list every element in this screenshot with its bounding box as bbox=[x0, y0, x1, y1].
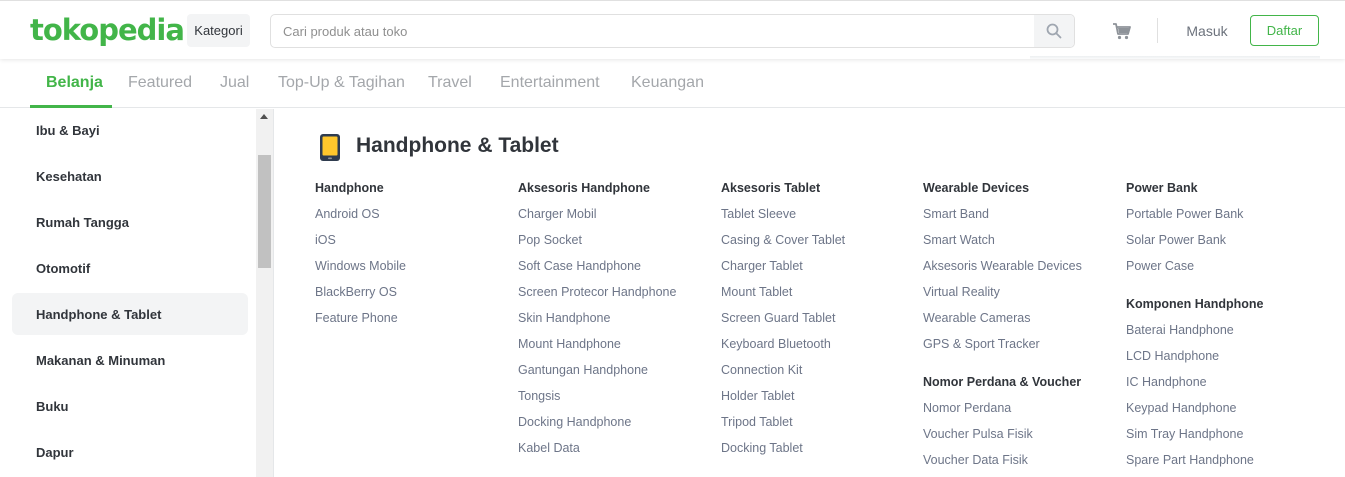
subcategory-column-5: Power Bank Portable Power Bank Solar Pow… bbox=[1126, 179, 1316, 477]
sidebar-item-buku[interactable]: Buku bbox=[12, 385, 248, 427]
search-icon bbox=[1046, 23, 1062, 39]
sidebar-item-makanan-minuman[interactable]: Makanan & Minuman bbox=[12, 339, 248, 381]
subcategory-link[interactable]: Pop Socket bbox=[518, 231, 708, 257]
cart-button[interactable] bbox=[1111, 20, 1133, 42]
subcategory-link[interactable]: Wearable Cameras bbox=[923, 309, 1113, 335]
category-title: Handphone & Tablet bbox=[356, 134, 559, 157]
subcategory-link[interactable]: Keyboard Bluetooth bbox=[721, 335, 911, 361]
sidebar-scrollbar[interactable] bbox=[256, 109, 273, 477]
sidebar-item-dapur[interactable]: Dapur bbox=[12, 431, 248, 473]
subcategory-link[interactable]: iOS bbox=[315, 231, 505, 257]
subcategory-link[interactable]: Feature Phone bbox=[315, 309, 505, 335]
subcategory-link[interactable]: Charger Mobil bbox=[518, 205, 708, 231]
subcategory-link[interactable]: Baterai Handphone bbox=[1126, 321, 1316, 347]
tab-featured[interactable]: Featured bbox=[128, 59, 192, 108]
subcategory-link[interactable]: Tongsis bbox=[518, 387, 708, 413]
tab-belanja[interactable]: Belanja bbox=[46, 59, 103, 108]
subcategory-link[interactable]: Keypad Handphone bbox=[1126, 399, 1316, 425]
subcategory-link[interactable]: Screen Protecor Handphone bbox=[518, 283, 708, 309]
subcategory-link[interactable]: Voucher Data Fisik bbox=[923, 451, 1113, 477]
subcategory-link[interactable]: Spare Part Handphone bbox=[1126, 451, 1316, 477]
tab-travel[interactable]: Travel bbox=[428, 59, 472, 108]
tokopedia-logo[interactable]: tokopedia bbox=[30, 10, 185, 50]
search-button[interactable] bbox=[1034, 15, 1074, 47]
subcategory-column-4: Wearable Devices Smart Band Smart Watch … bbox=[923, 179, 1113, 477]
tab-entertainment[interactable]: Entertainment bbox=[500, 59, 600, 108]
subcategory-link[interactable]: Charger Tablet bbox=[721, 257, 911, 283]
subcategory-link[interactable]: Soft Case Handphone bbox=[518, 257, 708, 283]
subcategory-link[interactable]: Tablet Sleeve bbox=[721, 205, 911, 231]
subcategory-link[interactable]: Docking Handphone bbox=[518, 413, 708, 439]
header-divider bbox=[1157, 18, 1158, 43]
subcategory-link[interactable]: GPS & Sport Tracker bbox=[923, 335, 1113, 361]
subcategory-link[interactable]: LCD Handphone bbox=[1126, 347, 1316, 373]
top-header: tokopedia Kategori Masuk Daftar bbox=[0, 0, 1345, 60]
subcategory-column-2: Aksesoris Handphone Charger Mobil Pop So… bbox=[518, 179, 708, 465]
kategori-button[interactable]: Kategori bbox=[187, 14, 250, 47]
subcategory-link[interactable]: Android OS bbox=[315, 205, 505, 231]
subcategory-link[interactable]: Holder Tablet bbox=[721, 387, 911, 413]
subcategory-link[interactable]: Tripod Tablet bbox=[721, 413, 911, 439]
search-input[interactable] bbox=[271, 15, 1035, 47]
subcategory-link[interactable]: Gantungan Handphone bbox=[518, 361, 708, 387]
cart-icon bbox=[1113, 23, 1131, 40]
subcategory-heading[interactable]: Wearable Devices bbox=[923, 179, 1113, 205]
subcategory-heading[interactable]: Power Bank bbox=[1126, 179, 1316, 205]
sidebar-item-otomotif[interactable]: Otomotif bbox=[12, 247, 248, 289]
tab-jual[interactable]: Jual bbox=[220, 59, 249, 108]
subcategory-link[interactable]: Sim Tray Handphone bbox=[1126, 425, 1316, 451]
subcategory-link[interactable]: BlackBerry OS bbox=[315, 283, 505, 309]
phone-icon bbox=[320, 134, 340, 161]
subcategory-link[interactable]: Portable Power Bank bbox=[1126, 205, 1316, 231]
dropdown-shadow bbox=[1030, 56, 1320, 60]
subcategory-link[interactable]: Power Case bbox=[1126, 257, 1316, 283]
subcategory-link[interactable]: Connection Kit bbox=[721, 361, 911, 387]
subcategory-heading[interactable]: Aksesoris Tablet bbox=[721, 179, 911, 205]
subcategory-link[interactable]: Smart Band bbox=[923, 205, 1113, 231]
category-sidebar: Ibu & Bayi Kesehatan Rumah Tangga Otomot… bbox=[0, 109, 274, 477]
scroll-up-arrow-icon[interactable] bbox=[260, 114, 268, 119]
tab-top-up-tagihan[interactable]: Top-Up & Tagihan bbox=[278, 59, 405, 108]
subcategory-link[interactable]: Smart Watch bbox=[923, 231, 1113, 257]
sidebar-item-kesehatan[interactable]: Kesehatan bbox=[12, 155, 248, 197]
login-button[interactable]: Masuk bbox=[1176, 15, 1238, 46]
subcategory-heading[interactable]: Handphone bbox=[315, 179, 505, 205]
subcategory-heading[interactable]: Aksesoris Handphone bbox=[518, 179, 708, 205]
register-button[interactable]: Daftar bbox=[1250, 15, 1319, 46]
subcategory-link[interactable]: Docking Tablet bbox=[721, 439, 911, 465]
subcategory-link[interactable]: Aksesoris Wearable Devices bbox=[923, 257, 1113, 283]
subcategory-heading[interactable]: Nomor Perdana & Voucher bbox=[923, 373, 1113, 399]
subcategory-link[interactable]: Casing & Cover Tablet bbox=[721, 231, 911, 257]
sidebar-item-handphone-tablet[interactable]: Handphone & Tablet bbox=[12, 293, 248, 335]
active-tab-indicator bbox=[30, 105, 112, 108]
sidebar-item-ibu-bayi[interactable]: Ibu & Bayi bbox=[12, 109, 248, 151]
subcategory-link[interactable]: Mount Handphone bbox=[518, 335, 708, 361]
subcategory-column-1: Handphone Android OS iOS Windows Mobile … bbox=[315, 179, 505, 335]
scrollbar-thumb[interactable] bbox=[258, 155, 271, 268]
subcategory-link[interactable]: Voucher Pulsa Fisik bbox=[923, 425, 1113, 451]
subcategory-link[interactable]: Screen Guard Tablet bbox=[721, 309, 911, 335]
search-bar bbox=[270, 14, 1075, 48]
category-tabs: Belanja Featured Jual Top-Up & Tagihan T… bbox=[0, 59, 1345, 108]
subcategory-link[interactable]: Solar Power Bank bbox=[1126, 231, 1316, 257]
tab-keuangan[interactable]: Keuangan bbox=[631, 59, 704, 108]
subcategory-link[interactable]: Virtual Reality bbox=[923, 283, 1113, 309]
subcategory-link[interactable]: Nomor Perdana bbox=[923, 399, 1113, 425]
subcategory-link[interactable]: Windows Mobile bbox=[315, 257, 505, 283]
subcategory-heading[interactable]: Komponen Handphone bbox=[1126, 295, 1316, 321]
subcategory-column-3: Aksesoris Tablet Tablet Sleeve Casing & … bbox=[721, 179, 911, 465]
sidebar-item-rumah-tangga[interactable]: Rumah Tangga bbox=[12, 201, 248, 243]
subcategory-link[interactable]: Kabel Data bbox=[518, 439, 708, 465]
subcategory-link[interactable]: Skin Handphone bbox=[518, 309, 708, 335]
subcategory-link[interactable]: Mount Tablet bbox=[721, 283, 911, 309]
group-gap bbox=[923, 361, 1113, 373]
subcategory-link[interactable]: IC Handphone bbox=[1126, 373, 1316, 399]
group-gap bbox=[1126, 283, 1316, 295]
